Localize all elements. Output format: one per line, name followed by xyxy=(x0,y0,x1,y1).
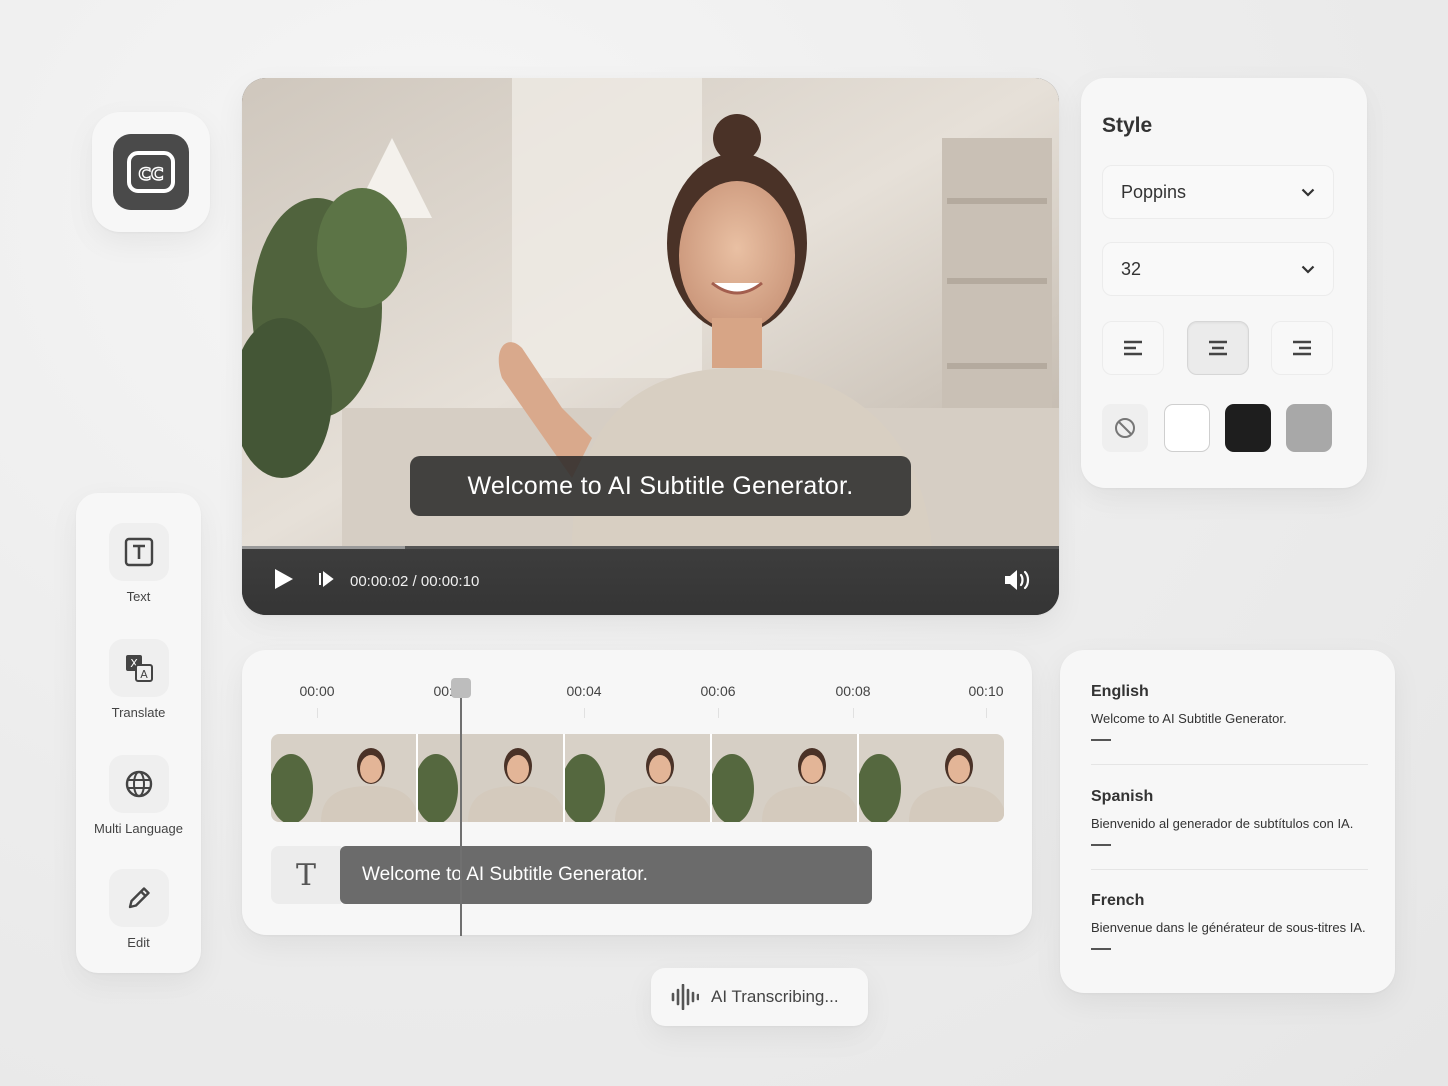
video-track[interactable] xyxy=(271,734,1004,822)
tool-label: Edit xyxy=(127,935,150,950)
skip-icon[interactable] xyxy=(318,571,334,592)
translate-icon: XA xyxy=(108,639,169,697)
language-name: English xyxy=(1091,683,1149,700)
svg-text:CC: CC xyxy=(139,165,164,185)
video-thumbnail xyxy=(565,734,710,822)
panel-title: Style xyxy=(1102,114,1153,137)
tool-multi-language[interactable]: Multi Language xyxy=(76,755,201,836)
progress-fill xyxy=(242,546,406,549)
align-left-button[interactable] xyxy=(1102,321,1164,375)
tick-label: 00:08 xyxy=(835,683,871,699)
tick-label: 00:10 xyxy=(968,683,1004,699)
subtitle-clip[interactable]: Welcome to AI Subtitle Generator. xyxy=(340,846,872,904)
volume-icon[interactable] xyxy=(1003,568,1031,597)
video-subtitle: Welcome to AI Subtitle Generator. xyxy=(410,456,911,516)
globe-icon xyxy=(108,755,169,813)
language-subtitle: Bienvenido al generador de subtítulos co… xyxy=(1091,816,1354,831)
color-gray-swatch[interactable] xyxy=(1286,404,1332,452)
tick-mark xyxy=(986,708,987,718)
language-name: Spanish xyxy=(1091,788,1154,805)
align-center-icon xyxy=(1209,340,1227,356)
tool-edit[interactable]: Edit xyxy=(76,869,201,950)
progress-bar[interactable] xyxy=(242,546,1059,549)
video-thumbnail xyxy=(271,734,416,822)
waveform-icon xyxy=(671,984,699,1010)
align-right-button[interactable] xyxy=(1271,321,1333,375)
chevron-down-icon xyxy=(1301,188,1315,197)
align-left-icon xyxy=(1124,340,1142,356)
playhead[interactable] xyxy=(460,678,462,936)
tick-label: 00:06 xyxy=(700,683,736,699)
style-panel: Style Poppins 32 xyxy=(1081,78,1367,488)
tool-label: Multi Language xyxy=(94,821,183,836)
font-select-value: Poppins xyxy=(1121,181,1187,202)
video-thumbnail xyxy=(859,734,1004,822)
status-label: AI Transcribing... xyxy=(711,987,839,1006)
closed-captions-icon: CC xyxy=(113,134,189,210)
divider-dash xyxy=(1091,948,1111,950)
playhead-handle[interactable] xyxy=(451,678,471,698)
no-color-icon xyxy=(1115,418,1135,438)
tick-mark xyxy=(584,708,585,718)
language-subtitle: Welcome to AI Subtitle Generator. xyxy=(1091,711,1287,726)
pencil-icon xyxy=(108,869,169,927)
video-thumbnail xyxy=(418,734,563,822)
tick-label: 00:04 xyxy=(566,683,602,699)
play-icon[interactable] xyxy=(274,568,294,595)
divider-dash xyxy=(1091,739,1111,741)
language-item-spanish[interactable]: Spanish Bienvenido al generador de subtí… xyxy=(1091,788,1381,846)
tick-mark xyxy=(317,708,318,718)
font-select[interactable]: Poppins xyxy=(1102,165,1334,219)
video-thumbnail xyxy=(712,734,857,822)
timeline: 00:00 00:02 00:04 00:06 00:08 00:10 T We… xyxy=(242,650,1032,936)
color-white-swatch[interactable] xyxy=(1164,404,1210,452)
player-controls: 00:00:02 / 00:00:10 xyxy=(242,548,1059,615)
app-logo-card: CC xyxy=(92,112,210,232)
color-black-swatch[interactable] xyxy=(1225,404,1271,452)
video-player[interactable]: Welcome to AI Subtitle Generator. 00:00:… xyxy=(242,78,1059,615)
svg-text:A: A xyxy=(140,668,148,681)
time-readout: 00:00:02 / 00:00:10 xyxy=(350,573,480,590)
color-none-swatch[interactable] xyxy=(1102,404,1148,452)
tool-label: Translate xyxy=(111,705,166,720)
divider-dash xyxy=(1091,844,1111,846)
text-track-icon: T xyxy=(271,846,341,904)
tool-translate[interactable]: XA Translate xyxy=(76,639,201,720)
align-center-button[interactable] xyxy=(1187,321,1249,375)
divider xyxy=(1091,764,1368,765)
language-name: French xyxy=(1091,892,1145,909)
tick-mark xyxy=(718,708,719,718)
tool-label: Text xyxy=(126,589,151,604)
chevron-down-icon xyxy=(1301,265,1315,274)
tick-label: 00:00 xyxy=(299,683,335,699)
align-right-icon xyxy=(1293,340,1311,356)
language-subtitle: Bienvenue dans le générateur de sous-tit… xyxy=(1091,920,1366,935)
ai-transcribing-status: AI Transcribing... xyxy=(651,968,868,1026)
languages-panel: English Welcome to AI Subtitle Generator… xyxy=(1060,650,1395,993)
text-icon xyxy=(108,523,169,581)
language-item-french[interactable]: French Bienvenue dans le générateur de s… xyxy=(1091,892,1381,950)
tools-sidebar: Text XA Translate Multi Language Edit xyxy=(76,493,201,973)
language-item-english[interactable]: English Welcome to AI Subtitle Generator… xyxy=(1091,683,1381,741)
divider xyxy=(1091,869,1368,870)
tool-text[interactable]: Text xyxy=(76,523,201,604)
size-select[interactable]: 32 xyxy=(1102,242,1334,296)
size-select-value: 32 xyxy=(1121,258,1142,279)
tick-mark xyxy=(853,708,854,718)
